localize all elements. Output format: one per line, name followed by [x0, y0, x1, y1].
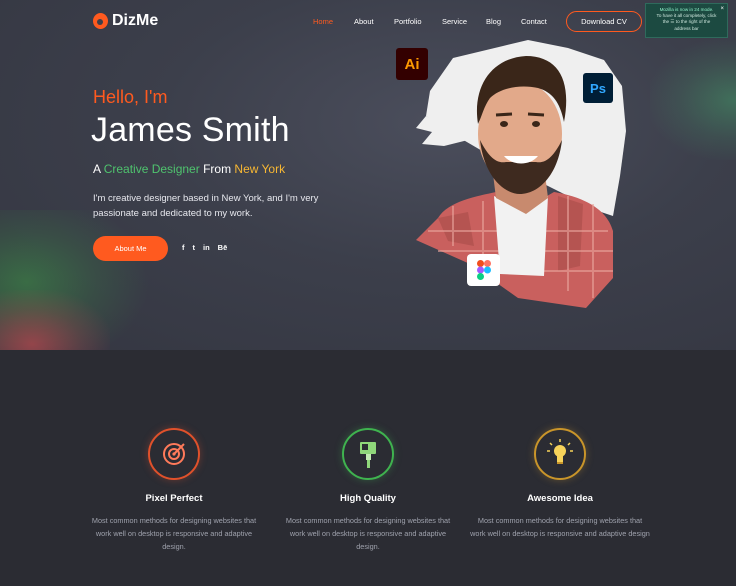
- hero-name: James Smith: [91, 111, 290, 149]
- service-description: Most common methods for designing websit…: [470, 516, 650, 538]
- logo-text: DizMe: [112, 12, 159, 29]
- logo[interactable]: DizMe: [93, 12, 158, 30]
- twitter-icon[interactable]: t: [193, 243, 196, 252]
- lightbulb-icon: [534, 428, 586, 480]
- hero-tagline: A Creative Designer From New York: [93, 162, 286, 176]
- nav-item-blog[interactable]: Blog: [486, 17, 521, 26]
- service-description: Most common methods for designing websit…: [91, 516, 257, 551]
- target-icon: [148, 428, 200, 480]
- role-text: Creative Designer: [103, 162, 200, 176]
- linkedin-icon[interactable]: in: [203, 243, 210, 252]
- facebook-icon[interactable]: f: [182, 243, 185, 252]
- nav-item-portfolio[interactable]: Portfolio: [394, 17, 442, 26]
- nav-item-service[interactable]: Service: [442, 17, 486, 26]
- figma-logo: [476, 260, 491, 280]
- nav-item-contact[interactable]: Contact: [521, 17, 561, 26]
- photoshop-icon: Ps: [583, 73, 613, 103]
- paint-brush-icon: [342, 428, 394, 480]
- behance-icon[interactable]: Bē: [218, 243, 228, 252]
- close-icon[interactable]: ×: [720, 5, 724, 13]
- service-title: Pixel Perfect: [145, 493, 203, 504]
- notification-text: To have it all completely, click the ☰ t…: [656, 13, 717, 31]
- paint-splash-decoration: [650, 40, 736, 160]
- nav-item-home[interactable]: Home: [313, 17, 354, 26]
- about-me-button[interactable]: About Me: [93, 236, 168, 261]
- paint-splash-decoration: [0, 290, 110, 350]
- download-cv-button[interactable]: Download CV: [566, 11, 642, 32]
- main-nav: Home About Portfolio Service Blog Contac…: [313, 17, 561, 26]
- service-title: Awesome Idea: [527, 493, 593, 504]
- menu-icon: ☰: [670, 19, 675, 25]
- services-section: Pixel Perfect Most common methods for de…: [0, 350, 736, 586]
- illustrator-icon: Ai: [396, 48, 428, 80]
- service-description: Most common methods for designing websit…: [285, 516, 451, 551]
- hero-description: I'm creative designer based in New York,…: [93, 193, 319, 219]
- nav-item-about[interactable]: About: [354, 17, 394, 26]
- hero-greeting: Hello, I'm: [93, 87, 168, 107]
- figma-icon: [467, 254, 500, 286]
- logo-icon: [93, 13, 108, 29]
- hero-section: DizMe Home About Portfolio Service Blog …: [0, 0, 736, 350]
- social-links: f t in Bē: [182, 243, 227, 252]
- service-title: High Quality: [340, 493, 396, 504]
- browser-notification: × Mozilla is now in 24 mode. To have it …: [645, 3, 728, 38]
- city-text: New York: [234, 162, 286, 176]
